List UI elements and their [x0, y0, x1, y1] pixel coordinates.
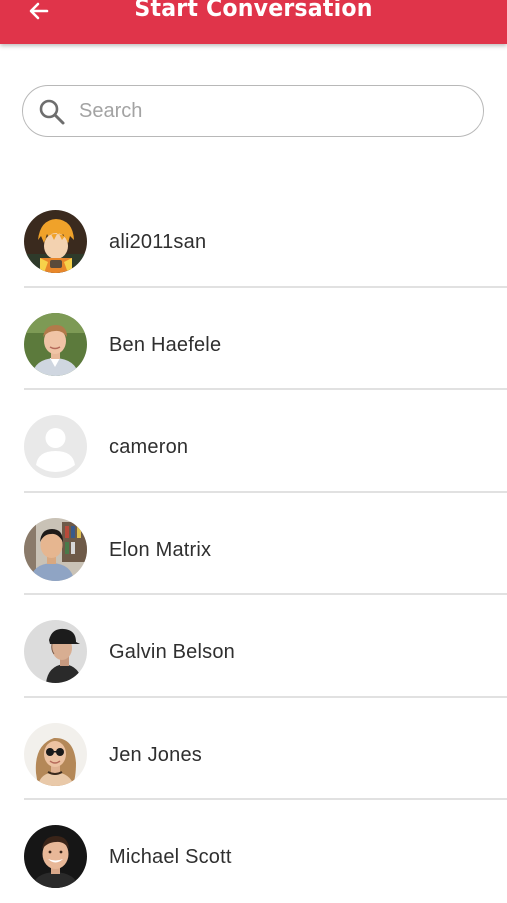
search-icon	[39, 99, 65, 125]
contact-name: Ben Haefele	[109, 333, 222, 356]
default-person-avatar-icon	[24, 415, 87, 478]
avatar	[24, 825, 87, 888]
contact-row-jen-jones[interactable]: Jen Jones	[0, 698, 507, 800]
contact-name: Jen Jones	[109, 743, 202, 766]
contact-row-ali2011san[interactable]: ali2011san	[0, 185, 507, 288]
avatar	[24, 517, 87, 581]
contact-name: Michael Scott	[109, 846, 232, 868]
app-header: Start Conversation	[0, 0, 507, 44]
contact-name: cameron	[109, 436, 189, 458]
avatar	[24, 210, 87, 273]
search-input[interactable]	[79, 94, 459, 128]
contact-name: ali2011san	[109, 231, 207, 253]
search-bar[interactable]	[22, 85, 484, 137]
avatar	[24, 722, 87, 786]
contact-name: Elon Matrix	[109, 538, 212, 561]
contact-row-ben-haefele[interactable]: Ben Haefele	[0, 288, 507, 390]
avatar	[24, 312, 87, 376]
contact-row-cameron[interactable]: cameron	[0, 390, 507, 493]
contact-row-elon-matrix[interactable]: Elon Matrix	[0, 493, 507, 595]
avatar	[24, 620, 87, 683]
contact-row-galvin-belson[interactable]: Galvin Belson	[0, 595, 507, 698]
page-title: Start Conversation	[134, 0, 373, 22]
contact-row-michael-scott[interactable]: Michael Scott	[0, 800, 507, 903]
contact-list: ali2011san Ben Haefele cameron Elon Matr…	[0, 185, 507, 903]
contact-name: Galvin Belson	[109, 641, 235, 663]
